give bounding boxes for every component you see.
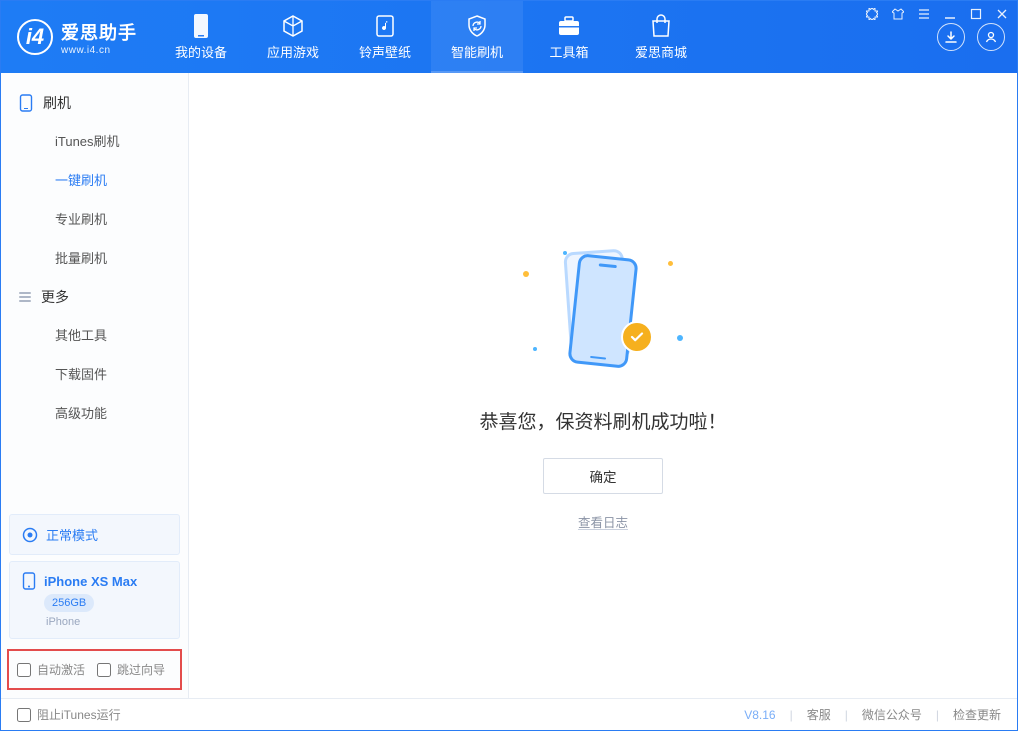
- menu-icon[interactable]: [917, 7, 931, 21]
- check-badge-icon: [621, 321, 653, 353]
- sidebar-device-area: 正常模式 iPhone XS Max 256GB iPhone: [1, 510, 188, 645]
- close-icon[interactable]: [995, 7, 1009, 21]
- refresh-shield-icon: [465, 14, 489, 38]
- app-body: 刷机 iTunes刷机 一键刷机 专业刷机 批量刷机 更多 其他工具 下载固件 …: [1, 73, 1017, 698]
- device-name: iPhone XS Max: [44, 574, 137, 589]
- maximize-icon[interactable]: [969, 7, 983, 21]
- nav-label: 工具箱: [549, 42, 588, 61]
- settings-icon[interactable]: [865, 7, 879, 21]
- nav-flash[interactable]: 智能刷机: [431, 1, 523, 73]
- section-title: 刷机: [43, 93, 71, 113]
- music-icon: [373, 14, 397, 38]
- toolbox-icon: [557, 14, 581, 38]
- app-name: 爱思助手: [61, 19, 137, 45]
- checkbox-input[interactable]: [97, 663, 111, 677]
- sidebar-item-oneclick-flash[interactable]: 一键刷机: [1, 160, 188, 199]
- window-controls: [865, 7, 1009, 21]
- device-mode-badge[interactable]: 正常模式: [9, 514, 180, 555]
- view-log-link[interactable]: 查看日志: [578, 512, 628, 531]
- device-card[interactable]: iPhone XS Max 256GB iPhone: [9, 561, 180, 639]
- app-header: i4 爱思助手 www.i4.cn 我的设备 应用游戏 铃声壁纸 智能刷机 工具…: [1, 1, 1017, 73]
- minimize-icon[interactable]: [943, 7, 957, 21]
- nav-store[interactable]: 爱思商城: [615, 1, 707, 73]
- checkbox-label: 自动激活: [37, 661, 85, 678]
- nav-label: 铃声壁纸: [359, 42, 411, 61]
- device-capacity: 256GB: [44, 594, 94, 612]
- phone-outline-icon: [19, 94, 33, 112]
- checkbox-label: 阻止iTunes运行: [37, 706, 121, 723]
- checkbox-input[interactable]: [17, 663, 31, 677]
- device-icon: [189, 14, 213, 38]
- nav-label: 我的设备: [175, 42, 227, 61]
- success-title: 恭喜您，保资料刷机成功啦！: [479, 407, 726, 434]
- logo-area: i4 爱思助手 www.i4.cn: [1, 1, 155, 73]
- checkbox-input[interactable]: [17, 708, 31, 722]
- sidebar-section-more[interactable]: 更多: [1, 277, 188, 315]
- sidebar-section-flash[interactable]: 刷机: [1, 83, 188, 121]
- list-icon: [19, 292, 31, 302]
- sidebar-item-batch-flash[interactable]: 批量刷机: [1, 238, 188, 277]
- sidebar-item-itunes-flash[interactable]: iTunes刷机: [1, 121, 188, 160]
- shirt-icon[interactable]: [891, 7, 905, 21]
- checkbox-auto-activate[interactable]: 自动激活: [17, 661, 85, 678]
- version-label: V8.16: [744, 708, 775, 722]
- nav-label: 应用游戏: [267, 42, 319, 61]
- main-pane: 恭喜您，保资料刷机成功啦！ 确定 查看日志: [189, 73, 1017, 698]
- checkbox-block-itunes[interactable]: 阻止iTunes运行: [17, 706, 121, 723]
- app-url: www.i4.cn: [61, 45, 137, 56]
- sidebar-item-download-firmware[interactable]: 下载固件: [1, 354, 188, 393]
- sidebar-item-other-tools[interactable]: 其他工具: [1, 315, 188, 354]
- checkbox-label: 跳过向导: [117, 661, 165, 678]
- nav-apps[interactable]: 应用游戏: [247, 1, 339, 73]
- section-title: 更多: [41, 287, 69, 307]
- download-button[interactable]: [937, 23, 965, 51]
- sidebar-item-pro-flash[interactable]: 专业刷机: [1, 199, 188, 238]
- nav-my-device[interactable]: 我的设备: [155, 1, 247, 73]
- logo-icon: i4: [17, 19, 53, 55]
- main-nav: 我的设备 应用游戏 铃声壁纸 智能刷机 工具箱 爱思商城: [155, 1, 707, 73]
- flash-result: 恭喜您，保资料刷机成功啦！ 确定 查看日志: [479, 241, 726, 531]
- success-illustration: [513, 241, 693, 381]
- nav-label: 智能刷机: [451, 42, 503, 61]
- sidebar: 刷机 iTunes刷机 一键刷机 专业刷机 批量刷机 更多 其他工具 下载固件 …: [1, 73, 189, 698]
- mode-label: 正常模式: [46, 525, 98, 544]
- status-link-update[interactable]: 检查更新: [953, 706, 1001, 723]
- cube-icon: [281, 14, 305, 38]
- status-link-wechat[interactable]: 微信公众号: [862, 706, 922, 723]
- device-phone-icon: [22, 572, 36, 590]
- nav-ringtones[interactable]: 铃声壁纸: [339, 1, 431, 73]
- nav-label: 爱思商城: [635, 42, 687, 61]
- logo-text: 爱思助手 www.i4.cn: [61, 19, 137, 56]
- sidebar-item-advanced[interactable]: 高级功能: [1, 393, 188, 432]
- bag-icon: [649, 14, 673, 38]
- device-type: iPhone: [22, 616, 80, 628]
- checkbox-skip-guide[interactable]: 跳过向导: [97, 661, 165, 678]
- mode-icon: [22, 527, 38, 543]
- user-button[interactable]: [977, 23, 1005, 51]
- nav-toolbox[interactable]: 工具箱: [523, 1, 615, 73]
- ok-button[interactable]: 确定: [543, 458, 663, 494]
- status-link-support[interactable]: 客服: [807, 706, 831, 723]
- sidebar-footer-options: 自动激活 跳过向导: [7, 649, 182, 690]
- status-bar: 阻止iTunes运行 V8.16 | 客服 | 微信公众号 | 检查更新: [1, 698, 1017, 730]
